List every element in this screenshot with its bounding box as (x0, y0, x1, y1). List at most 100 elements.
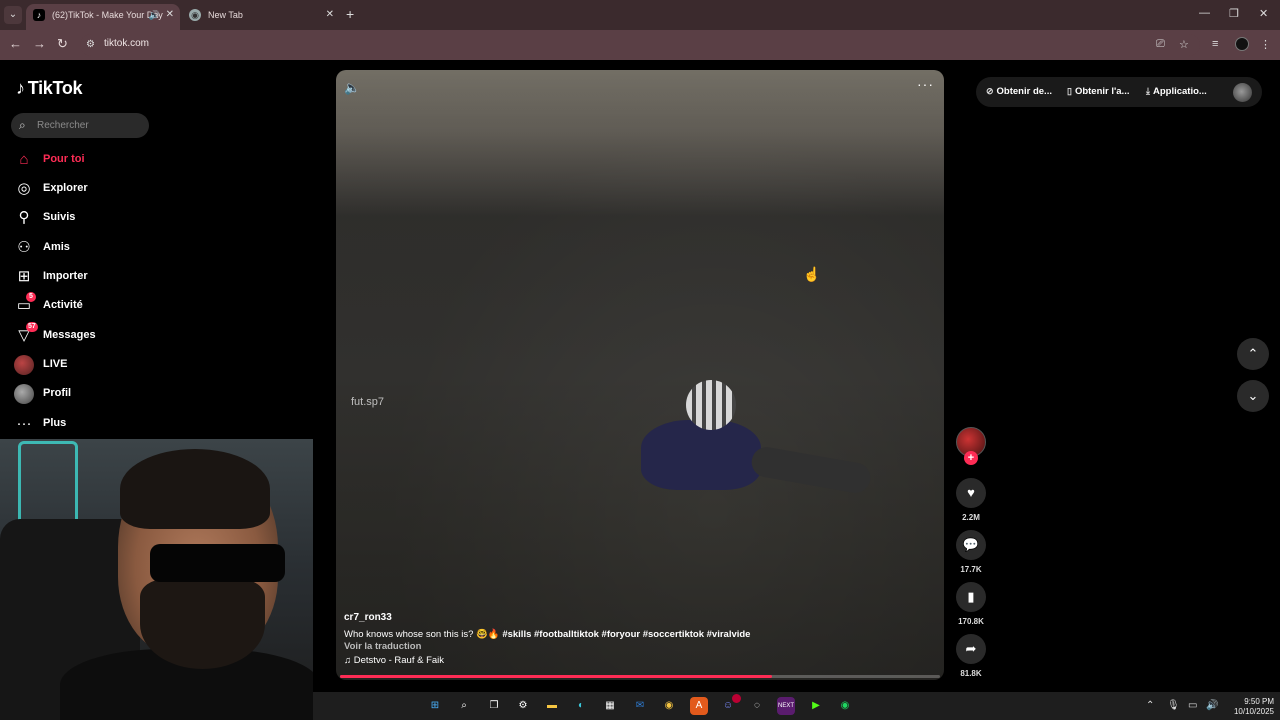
follow-button[interactable]: + (964, 451, 978, 465)
tray-expand-icon[interactable]: ⌃ (1146, 700, 1154, 711)
minimize-button[interactable]: — (1199, 7, 1210, 19)
windows-taskbar: ⊞ ⌕ ❐ ⚙ ▬ ◐ ▦ ✉ ◉ A ☺ ◌ NEXT ▶ ◉ ⌃ 🎙 ▭ 🔊 (313, 692, 1280, 720)
user-avatar[interactable] (1233, 83, 1252, 102)
close-tab-icon[interactable]: ✕ (326, 4, 334, 26)
sidebar-item-suivis[interactable]: ⚲ Suivis (14, 206, 214, 230)
sidebar-item-explorer[interactable]: ◎ Explorer (14, 177, 214, 201)
restore-button[interactable]: ❐ (1229, 7, 1239, 20)
sidebar-item-messages[interactable]: ▽ 57 Messages (14, 322, 214, 348)
comment-action[interactable]: 💬 17.7K (956, 530, 986, 574)
discord-icon[interactable]: ☺ (719, 694, 741, 715)
microphone-icon[interactable]: 🎙 (1167, 700, 1180, 711)
bookmark-icon[interactable]: ▮ (956, 582, 986, 612)
new-tab-button[interactable]: + (346, 6, 354, 22)
taskbar-clock[interactable]: 9:50 PM 10/10/2025 (1222, 697, 1274, 717)
phone-icon: ▯ (1067, 86, 1072, 96)
edge-icon[interactable]: ◐ (572, 697, 590, 715)
next-app-icon[interactable]: NEXT (777, 697, 795, 715)
task-view-icon[interactable]: ❐ (485, 697, 503, 715)
clock-date: 10/10/2025 (1233, 707, 1274, 716)
close-tab-icon[interactable]: ✕ (166, 4, 174, 26)
share-icon[interactable]: ➦ (956, 634, 986, 664)
forward-button[interactable]: → (33, 36, 46, 51)
file-explorer-icon[interactable]: ▬ (543, 697, 561, 715)
windows-start-icon[interactable]: ⊞ (426, 697, 444, 715)
media-controls-icon[interactable]: ≡ (1212, 38, 1218, 50)
install-app-icon[interactable]: ⎚ (1156, 38, 1165, 51)
translate-link[interactable]: Voir la traduction (344, 641, 421, 652)
friends-icon: ⚇ (17, 239, 31, 256)
search-input[interactable]: ⌕ Rechercher (11, 113, 149, 138)
sidebar-item-live[interactable]: LIVE (14, 353, 214, 377)
more-options-icon[interactable]: ··· (917, 76, 934, 92)
chrome-favicon-icon: ◉ (189, 9, 201, 21)
sidebar-item-profil[interactable]: Profil (14, 382, 214, 406)
spotify-icon[interactable]: ◉ (836, 697, 854, 715)
video-progress-bar[interactable] (340, 675, 940, 678)
sidebar-item-activite[interactable]: ▭ 5 Activité (14, 292, 214, 318)
discord-badge (732, 694, 741, 703)
search-taskbar-icon[interactable]: ⌕ (455, 697, 473, 715)
chrome-icon[interactable]: ◉ (660, 697, 678, 715)
compass-icon: ◎ (17, 180, 31, 197)
tab-tiktok[interactable]: ♪ (62)TikTok - Make Your Day 🔊 ✕ (26, 4, 180, 30)
reload-button[interactable]: ↻ (57, 36, 68, 52)
address-bar[interactable]: ⚙ tiktok.com (80, 34, 1200, 56)
back-button[interactable]: ← (9, 36, 22, 51)
site-info-icon[interactable]: ⚙ (86, 39, 95, 50)
video-caption: Who knows whose son this is? 🤓🔥 #skills … (344, 629, 750, 640)
browser-profile-avatar[interactable] (1235, 37, 1249, 51)
previous-video-button[interactable]: ⌃ (1237, 338, 1269, 370)
tiktok-logo[interactable]: ♪ TikTok (16, 78, 83, 99)
outlook-icon[interactable]: ✉ (631, 697, 649, 715)
tiktok-favicon-icon: ♪ (33, 9, 45, 21)
share-count: 81.8K (960, 669, 982, 678)
obs-icon[interactable]: ◌ (748, 697, 766, 715)
heart-icon[interactable]: ♥ (956, 478, 986, 508)
search-placeholder: Rechercher (37, 120, 89, 131)
tab-new-tab[interactable]: ◉ New Tab ✕ (182, 4, 340, 30)
tiktok-note-icon: ♪ (16, 78, 25, 98)
app-a-icon[interactable]: A (690, 697, 708, 715)
volume-icon[interactable]: 🔈 (344, 80, 360, 96)
share-action[interactable]: ➦ 81.8K (956, 634, 986, 678)
caption-hashtags[interactable]: #skills #footballtiktok #foryour #soccer… (502, 629, 750, 640)
store-icon[interactable]: ▦ (601, 697, 619, 715)
close-window-button[interactable]: ✕ (1259, 7, 1268, 20)
bookmark-star-icon[interactable]: ☆ (1179, 38, 1189, 51)
like-count: 2.2M (962, 513, 980, 522)
speaker-icon[interactable]: 🔊 (149, 4, 160, 26)
home-icon: ⌂ (19, 151, 29, 168)
volume-tray-icon[interactable]: 🔊 (1206, 700, 1218, 711)
video-author[interactable]: cr7_ron33 (344, 612, 392, 623)
tab-title: (62)TikTok - Make Your Day (52, 10, 163, 20)
get-coins-button[interactable]: ⊘ Obtenir de... (986, 86, 1052, 97)
like-action[interactable]: ♥ 2.2M (956, 478, 986, 522)
browser-tab-bar: ⌄ ♪ (62)TikTok - Make Your Day 🔊 ✕ ◉ New… (0, 0, 1280, 30)
following-icon: ⚲ (18, 209, 30, 226)
save-action[interactable]: ▮ 170.8K (956, 582, 986, 626)
next-video-button[interactable]: ⌄ (1237, 380, 1269, 412)
settings-icon[interactable]: ⚙ (514, 697, 532, 715)
get-app-button[interactable]: ▯ Obtenir l'a... (1067, 86, 1129, 97)
browser-menu-icon[interactable]: ⋮ (1260, 38, 1271, 51)
more-icon: ··· (16, 415, 32, 432)
search-icon: ⌕ (19, 118, 26, 132)
save-count: 170.8K (958, 617, 984, 626)
sidebar-item-plus[interactable]: ··· Plus (14, 412, 214, 436)
kick-icon[interactable]: ▶ (807, 697, 825, 715)
sidebar-item-amis[interactable]: ⚇ Amis (14, 236, 214, 260)
desktop-app-button[interactable]: ⤓ Applicatio... (1146, 86, 1207, 97)
music-info[interactable]: ♫ Detstvo - Rauf & Faik (344, 655, 444, 666)
network-icon[interactable]: ▭ (1188, 700, 1197, 711)
comment-icon[interactable]: 💬 (956, 530, 986, 560)
coin-icon: ⊘ (986, 86, 994, 96)
sidebar-item-pour-toi[interactable]: ⌂ Pour toi (14, 148, 214, 172)
download-icon: ⤓ (1146, 86, 1150, 96)
clock-time: 9:50 PM (1244, 697, 1274, 706)
tab-search-button[interactable]: ⌄ (4, 6, 22, 24)
video-player[interactable]: 🔈 ··· fut.sp7 cr7_ron33 Who knows whose … (336, 70, 944, 680)
progress-fill (340, 675, 772, 678)
sidebar-item-importer[interactable]: ⊞ Importer (14, 265, 214, 289)
profile-avatar (14, 384, 34, 404)
